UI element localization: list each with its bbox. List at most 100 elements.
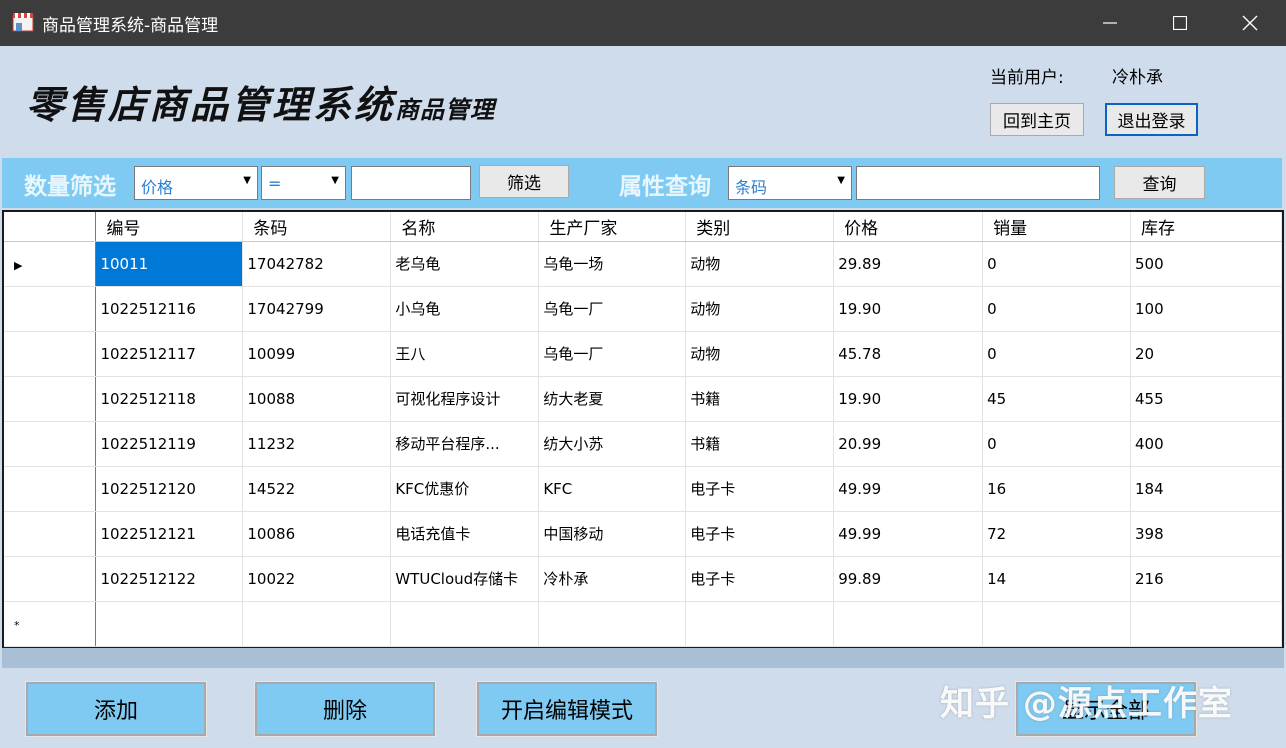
filter-field-select[interactable]: 价格 ▼ <box>134 166 258 200</box>
table-cell[interactable]: 100 <box>1130 286 1282 332</box>
table-row[interactable]: 1022512117 10099 王八 乌龟一厂 动物 45.78 0 20 <box>4 331 1282 377</box>
column-header[interactable]: 名称 <box>390 212 540 242</box>
table-row[interactable]: 1022512116 17042799 小乌龟 乌龟一厂 动物 19.90 0 … <box>4 286 1282 332</box>
logout-button[interactable]: 退出登录 <box>1105 103 1198 136</box>
table-cell[interactable]: 电子卡 <box>685 556 835 602</box>
table-cell[interactable]: 动物 <box>685 241 835 287</box>
table-row[interactable]: 1022512122 10022 WTUCloud存储卡 冷朴承 电子卡 99.… <box>4 556 1282 602</box>
table-cell[interactable] <box>833 601 984 647</box>
table-cell[interactable]: 10088 <box>242 376 392 422</box>
table-cell[interactable]: 1022512122 <box>95 556 244 602</box>
table-cell[interactable]: 可视化程序设计 <box>390 376 540 422</box>
table-cell[interactable]: 小乌龟 <box>390 286 540 332</box>
minimize-button[interactable] <box>1075 0 1145 46</box>
table-cell[interactable]: 398 <box>1130 511 1282 557</box>
table-cell[interactable]: 29.89 <box>833 241 984 287</box>
table-row[interactable]: ▶ 10011 17042782 老乌龟 乌龟一场 动物 29.89 0 500 <box>4 241 1282 287</box>
table-cell[interactable]: 17042799 <box>242 286 392 332</box>
table-cell[interactable]: 动物 <box>685 286 835 332</box>
add-button[interactable]: 添加 <box>25 681 207 737</box>
table-cell[interactable]: 400 <box>1130 421 1282 467</box>
filter-value-input[interactable] <box>351 166 471 200</box>
table-cell[interactable]: 500 <box>1130 241 1282 287</box>
table-cell[interactable]: KFC优惠价 <box>390 466 540 512</box>
row-header[interactable] <box>4 556 97 602</box>
table-cell[interactable]: 乌龟一场 <box>538 241 687 287</box>
attribute-query-input[interactable] <box>856 166 1100 200</box>
table-cell[interactable]: 10011 <box>95 241 244 287</box>
table-cell[interactable]: 1022512116 <box>95 286 244 332</box>
row-header[interactable]: * <box>4 601 97 647</box>
table-cell[interactable]: 电子卡 <box>685 511 835 557</box>
table-cell[interactable]: 电子卡 <box>685 466 835 512</box>
table-cell[interactable]: 49.99 <box>833 466 984 512</box>
row-header[interactable] <box>4 376 97 422</box>
table-cell[interactable] <box>982 601 1132 647</box>
table-cell[interactable]: 0 <box>982 241 1132 287</box>
table-cell[interactable]: 1022512117 <box>95 331 244 377</box>
table-cell[interactable] <box>390 601 540 647</box>
table-cell[interactable] <box>95 601 244 647</box>
row-header[interactable]: ▶ <box>4 241 97 287</box>
maximize-button[interactable] <box>1145 0 1215 46</box>
table-cell[interactable]: 纺大小苏 <box>538 421 687 467</box>
row-header[interactable] <box>4 286 97 332</box>
table-cell[interactable]: 乌龟一厂 <box>538 286 687 332</box>
table-cell[interactable]: 王八 <box>390 331 540 377</box>
table-cell[interactable]: 14522 <box>242 466 392 512</box>
table-cell[interactable]: 乌龟一厂 <box>538 331 687 377</box>
row-header[interactable] <box>4 331 97 377</box>
table-cell[interactable]: 10022 <box>242 556 392 602</box>
filter-button[interactable]: 筛选 <box>479 165 569 198</box>
table-cell[interactable]: 20 <box>1130 331 1282 377</box>
table-cell[interactable]: 19.90 <box>833 376 984 422</box>
table-cell[interactable]: WTUCloud存储卡 <box>390 556 540 602</box>
table-cell[interactable]: 17042782 <box>242 241 392 287</box>
table-cell[interactable]: 10086 <box>242 511 392 557</box>
table-cell[interactable]: 1022512118 <box>95 376 244 422</box>
column-header[interactable]: 销量 <box>982 212 1132 242</box>
attribute-select[interactable]: 条码 ▼ <box>728 166 852 200</box>
home-button[interactable]: 回到主页 <box>990 103 1084 136</box>
table-cell[interactable]: 1022512120 <box>95 466 244 512</box>
row-header[interactable] <box>4 466 97 512</box>
table-cell[interactable]: 216 <box>1130 556 1282 602</box>
table-cell[interactable]: 11232 <box>242 421 392 467</box>
table-cell[interactable]: 动物 <box>685 331 835 377</box>
table-cell[interactable]: 书籍 <box>685 421 835 467</box>
column-header[interactable]: 编号 <box>95 212 244 242</box>
table-cell[interactable]: 16 <box>982 466 1132 512</box>
filter-operator-select[interactable]: = ▼ <box>261 166 346 200</box>
table-cell[interactable] <box>242 601 392 647</box>
table-cell[interactable]: 1022512119 <box>95 421 244 467</box>
table-cell[interactable]: 99.89 <box>833 556 984 602</box>
table-cell[interactable]: 72 <box>982 511 1132 557</box>
table-cell[interactable]: 移动平台程序... <box>390 421 540 467</box>
table-cell[interactable] <box>538 601 687 647</box>
new-row[interactable]: * <box>4 601 1282 647</box>
table-cell[interactable]: 455 <box>1130 376 1282 422</box>
table-row[interactable]: 1022512118 10088 可视化程序设计 纺大老夏 书籍 19.90 4… <box>4 376 1282 422</box>
table-cell[interactable]: 14 <box>982 556 1132 602</box>
table-cell[interactable]: 184 <box>1130 466 1282 512</box>
edit-mode-button[interactable]: 开启编辑模式 <box>476 681 658 737</box>
table-cell[interactable]: 19.90 <box>833 286 984 332</box>
query-button[interactable]: 查询 <box>1114 166 1205 199</box>
table-cell[interactable] <box>1130 601 1282 647</box>
close-button[interactable] <box>1215 0 1285 46</box>
product-grid[interactable]: 编号 条码 名称 生产厂家 类别 价格 销量 库存 ▶ 10011 170427… <box>2 210 1284 648</box>
table-cell[interactable]: 0 <box>982 331 1132 377</box>
table-row[interactable]: 1022512121 10086 电话充值卡 中国移动 电子卡 49.99 72… <box>4 511 1282 557</box>
column-header[interactable]: 条码 <box>242 212 392 242</box>
table-cell[interactable]: 冷朴承 <box>538 556 687 602</box>
table-cell[interactable]: 电话充值卡 <box>390 511 540 557</box>
table-cell[interactable]: 49.99 <box>833 511 984 557</box>
table-cell[interactable]: 45.78 <box>833 331 984 377</box>
table-cell[interactable]: 书籍 <box>685 376 835 422</box>
table-cell[interactable]: 10099 <box>242 331 392 377</box>
table-cell[interactable]: KFC <box>538 466 687 512</box>
row-header[interactable] <box>4 511 97 557</box>
table-cell[interactable]: 0 <box>982 421 1132 467</box>
table-cell[interactable]: 1022512121 <box>95 511 244 557</box>
column-header[interactable]: 生产厂家 <box>538 212 687 242</box>
